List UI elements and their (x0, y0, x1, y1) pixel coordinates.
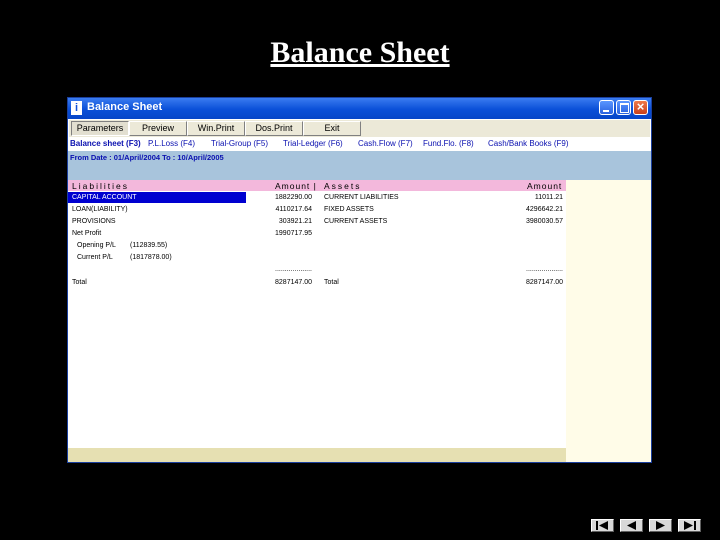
current-pl-label: Current P/L (77, 254, 113, 261)
parameters-button[interactable]: Parameters (71, 121, 129, 136)
maximize-button[interactable] (616, 100, 631, 115)
first-slide-button[interactable] (591, 519, 614, 532)
grid-header: Liabilities Amount | Assets Amount (68, 180, 566, 191)
last-slide-button[interactable] (678, 519, 701, 532)
slide-title: Balance Sheet (270, 36, 450, 69)
tab-trial-group[interactable]: Trial-Group (F5) (211, 139, 268, 148)
window-titlebar[interactable]: i Balance Sheet × (68, 98, 651, 119)
asset-amount: 3980030.57 (526, 218, 563, 225)
tab-profit-loss[interactable]: P.L.Loss (F4) (148, 139, 195, 148)
asset-amount: 11011.21 (534, 194, 563, 201)
report-tabs: Balance sheet (F3) P.L.Loss (F4) Trial-G… (68, 138, 651, 151)
liability-label[interactable]: PROVISIONS (72, 217, 116, 226)
liability-amount: 1882290.00 (275, 194, 312, 201)
tab-trial-ledger[interactable]: Trial-Ledger (F6) (283, 139, 343, 148)
previous-slide-icon (627, 521, 636, 530)
close-button[interactable]: × (633, 99, 648, 115)
side-panel (566, 180, 651, 448)
liability-amount: 1990717.95 (275, 230, 312, 237)
window-title: Balance Sheet (87, 101, 163, 113)
asset-label[interactable]: CURRENT LIABILITIES (324, 193, 399, 202)
liability-label[interactable]: LOAN(LIABILITY) (72, 205, 128, 214)
minimize-icon (603, 110, 609, 112)
tab-fund-flow[interactable]: Fund.Flo. (F8) (423, 139, 474, 148)
liability-label[interactable]: CAPITAL ACCOUNT (72, 193, 137, 202)
opening-pl-value: (112839.55) (130, 242, 168, 249)
tab-cash-flow[interactable]: Cash.Flow (F7) (358, 139, 413, 148)
balance-sheet-grid: Liabilities Amount | Assets Amount CAPIT… (68, 180, 566, 448)
liability-amount: 303921.21 (278, 218, 312, 225)
opening-pl-label: Opening P/L (77, 242, 116, 249)
last-slide-icon (684, 521, 696, 530)
next-slide-button[interactable] (649, 519, 672, 532)
exit-button[interactable]: Exit (303, 121, 361, 136)
balance-sheet-window: i Balance Sheet × Parameters Preview Win… (67, 97, 652, 463)
maximize-icon (620, 103, 629, 113)
liabilities-total-amount: 8287147.00 (275, 279, 312, 286)
assets-total-amount: 8287147.00 (526, 279, 563, 286)
asset-amount: 4296642.21 (526, 206, 563, 213)
date-range: From Date : 01/April/2004 To : 10/April/… (70, 153, 224, 162)
next-slide-icon (656, 521, 665, 530)
liabilities-amount-header: Amount | (275, 181, 317, 191)
assets-amount-header: Amount (527, 181, 563, 191)
toolbar: Parameters Preview Win.Print Dos.Print E… (69, 120, 650, 137)
win-print-button[interactable]: Win.Print (187, 121, 245, 136)
dos-print-button[interactable]: Dos.Print (245, 121, 303, 136)
assets-total-label: Total (324, 279, 339, 286)
asset-label[interactable]: FIXED ASSETS (324, 205, 374, 214)
liability-amount: 4110217.64 (275, 206, 312, 213)
tab-balance-sheet[interactable]: Balance sheet (F3) (70, 139, 141, 148)
preview-button[interactable]: Preview (129, 121, 187, 136)
status-bar (68, 448, 566, 462)
liabilities-total-separator: ................... (275, 266, 312, 273)
previous-slide-button[interactable] (620, 519, 643, 532)
first-slide-icon (596, 521, 608, 530)
liabilities-total-label: Total (72, 279, 87, 286)
minimize-button[interactable] (599, 100, 614, 115)
assets-total-separator: ................... (526, 266, 563, 273)
tab-cash-bank-books[interactable]: Cash/Bank Books (F9) (488, 139, 568, 148)
asset-label[interactable]: CURRENT ASSETS (324, 217, 387, 226)
current-pl-value: (1817878.00) (130, 254, 172, 261)
status-bar-end (566, 448, 651, 462)
liabilities-header: Liabilities (72, 181, 129, 191)
app-icon: i (71, 101, 82, 115)
date-range-bar: From Date : 01/April/2004 To : 10/April/… (68, 151, 651, 180)
liability-label[interactable]: Net Profit (72, 229, 101, 238)
assets-header: Assets (324, 181, 362, 191)
close-icon: × (636, 99, 645, 114)
